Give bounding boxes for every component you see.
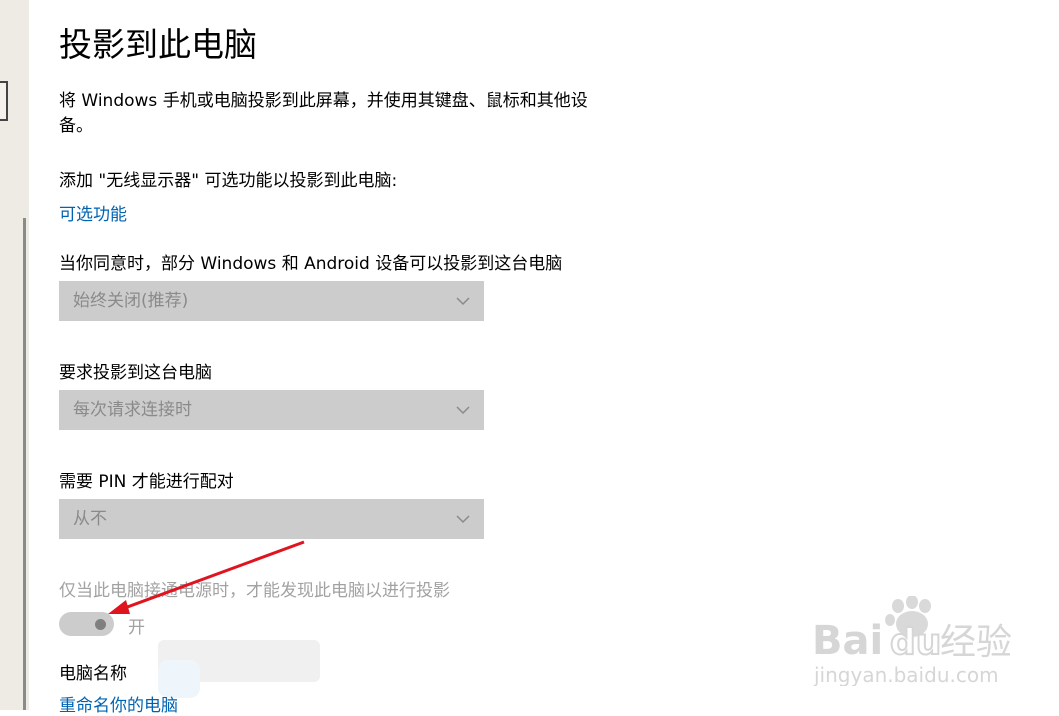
page-title: 投影到此电脑 [59,25,257,64]
availability-label: 当你同意时，部分 Windows 和 Android 设备可以投影到这台电脑 [59,254,563,274]
ask-to-project-dropdown[interactable]: 每次请求连接时 [59,390,484,430]
sidebar-selection-indicator[interactable] [0,81,8,121]
toggle-knob [95,619,106,630]
power-only-label: 仅当此电脑接通电源时，才能发现此电脑以进行投影 [59,581,450,601]
chevron-down-icon [456,406,470,415]
scrollbar-thumb[interactable] [23,218,26,710]
require-pin-dropdown[interactable]: 从不 [59,499,484,539]
chevron-down-icon [456,515,470,524]
power-only-toggle-state: 开 [128,618,145,638]
svg-text:du: du [890,622,941,663]
svg-text:jingyan.baidu.com: jingyan.baidu.com [813,663,999,686]
require-pin-dropdown-value: 从不 [73,509,107,529]
svg-text:经验: 经验 [940,622,1012,663]
svg-text:Bai: Bai [812,618,883,664]
ask-to-project-dropdown-value: 每次请求连接时 [73,400,192,420]
page-description: 将 Windows 手机或电脑投影到此屏幕，并使用其键盘、鼠标和其他设备。 [59,91,588,136]
chevron-down-icon [456,297,470,306]
power-only-toggle[interactable] [59,612,114,636]
ask-to-project-label: 要求投影到这台电脑 [59,363,212,383]
rename-pc-link[interactable]: 重命名你的电脑 [59,691,178,716]
optional-features-link[interactable]: 可选功能 [59,200,127,225]
availability-dropdown-value: 始终关闭(推荐) [73,291,189,311]
require-pin-label: 需要 PIN 才能进行配对 [59,472,234,492]
baidu-jingyan-watermark: Bai du 经验 jingyan.baidu.com [812,596,1012,686]
availability-dropdown[interactable]: 始终关闭(推荐) [59,281,484,321]
pc-name-label: 电脑名称 [59,664,127,684]
optional-feature-label: 添加 "无线显示器" 可选功能以投影到此电脑: [59,171,398,191]
